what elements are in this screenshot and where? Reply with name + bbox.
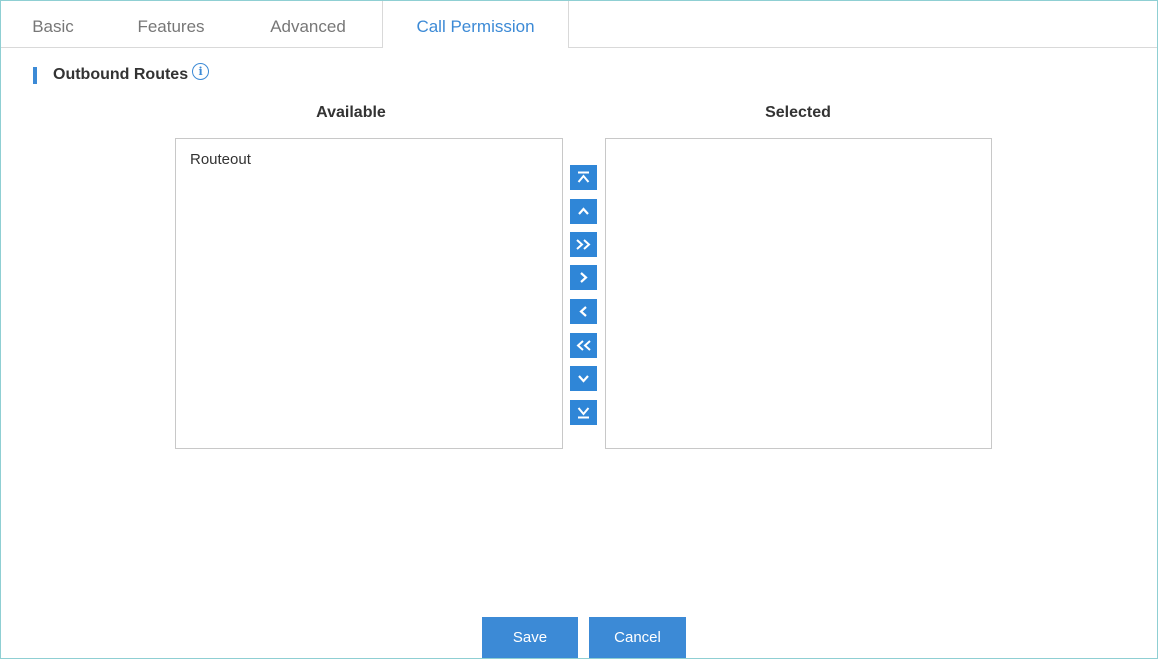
chevron-down-icon (578, 375, 589, 383)
add-all-button[interactable] (570, 232, 597, 257)
available-list[interactable]: Routeout (175, 138, 563, 449)
remove-button[interactable] (570, 299, 597, 324)
section-header: Outbound Routes i (33, 62, 210, 86)
double-chevron-left-icon (576, 340, 591, 351)
section-title: Outbound Routes (53, 66, 189, 83)
selected-header: Selected (765, 104, 831, 121)
chevron-left-icon (579, 306, 587, 317)
page-frame: Basic Features Advanced Call Permission … (0, 0, 1158, 659)
add-button[interactable] (570, 265, 597, 290)
tab-call-permission[interactable]: Call Permission (382, 1, 569, 48)
remove-all-button[interactable] (570, 333, 597, 358)
tab-advanced[interactable]: Advanced (263, 1, 353, 47)
double-chevron-right-icon (576, 239, 591, 250)
list-item[interactable]: Routeout (176, 139, 562, 168)
chevron-up-icon (578, 207, 589, 215)
info-icon[interactable]: i (192, 62, 210, 80)
available-header: Available (316, 104, 386, 121)
tab-basic[interactable]: Basic (29, 1, 77, 47)
move-top-icon (577, 171, 590, 183)
cancel-button[interactable]: Cancel (589, 617, 686, 658)
save-button[interactable]: Save (482, 617, 578, 658)
section-accent-bar (33, 66, 37, 84)
move-to-bottom-button[interactable] (570, 400, 597, 425)
chevron-right-icon (580, 272, 588, 283)
selected-list[interactable] (605, 138, 992, 449)
tab-bar: Basic Features Advanced Call Permission (1, 1, 1157, 48)
tab-features[interactable]: Features (131, 1, 211, 47)
move-to-top-button[interactable] (570, 165, 597, 190)
move-down-button[interactable] (570, 366, 597, 391)
move-up-button[interactable] (570, 199, 597, 224)
move-bottom-icon (577, 407, 590, 419)
